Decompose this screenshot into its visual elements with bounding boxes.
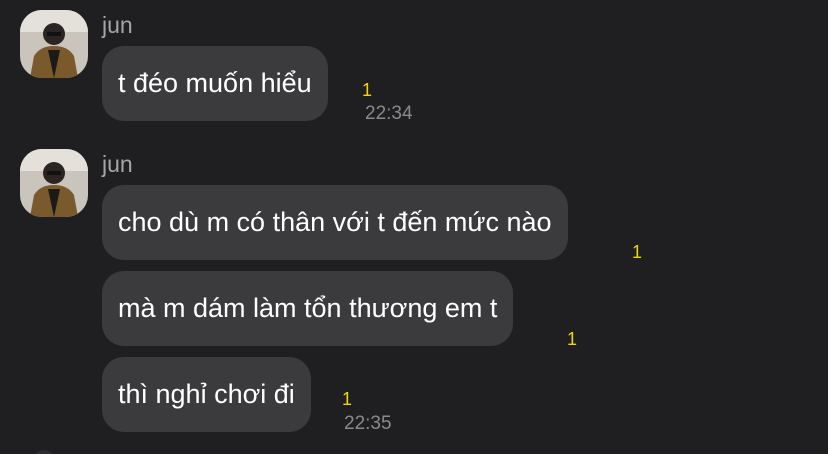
sender-name: jun: [102, 151, 133, 177]
unread-count: 1: [362, 80, 373, 100]
unread-count: 1: [632, 242, 643, 262]
message-bubble[interactable]: t đéo muốn hiểu: [102, 46, 328, 121]
next-avatar-edge: [34, 450, 54, 454]
message-bubble[interactable]: cho dù m có thân với t đến mức nào: [102, 185, 568, 260]
message-bubble[interactable]: thì nghỉ chơi đi: [102, 357, 311, 432]
message-timestamp: 22:34: [365, 103, 413, 124]
unread-count: 1: [567, 329, 578, 349]
unread-count: 1: [342, 389, 353, 409]
message-timestamp: 22:35: [344, 413, 392, 434]
avatar-photo-icon[interactable]: [20, 10, 88, 78]
chat-area: jun t đéo muốn hiểu 1 22:34 jun cho dù m…: [0, 0, 828, 454]
message-bubble[interactable]: mà m dám làm tổn thương em t: [102, 271, 514, 346]
sender-name: jun: [102, 12, 133, 38]
avatar-photo-icon[interactable]: [20, 149, 88, 217]
